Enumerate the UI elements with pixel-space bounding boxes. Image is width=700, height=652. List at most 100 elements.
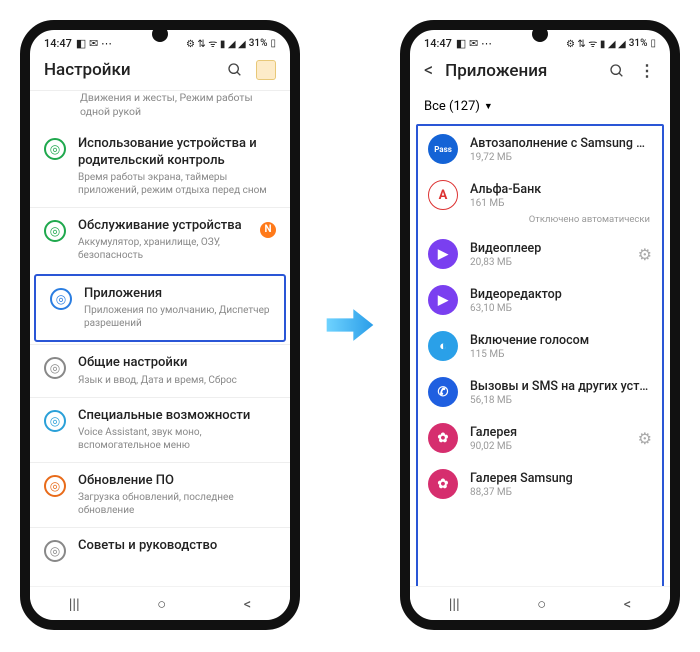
qr-button[interactable] xyxy=(256,60,276,80)
settings-item-subtitle: Аккумулятор, хранилище, ОЗУ, безопасност… xyxy=(78,236,276,262)
settings-item[interactable]: ◎ Советы и руководство xyxy=(30,527,290,572)
settings-item-icon: ◎ xyxy=(50,288,72,310)
filter-label: Все (127) xyxy=(424,99,480,114)
notification-badge: N xyxy=(260,222,276,238)
app-item[interactable]: ✆ Вызовы и SMS на других устро..56,18 МБ xyxy=(418,369,662,415)
settings-item-title: Общие настройки xyxy=(78,355,276,371)
app-size: 20,83 МБ xyxy=(470,257,626,268)
settings-item-icon: ◎ xyxy=(44,138,66,160)
battery-icon: ▯ xyxy=(270,38,276,49)
truncated-prev-item: Движения и жесты, Режим работы одной рук… xyxy=(30,91,290,126)
arrow-connector xyxy=(325,300,375,350)
settings-item[interactable]: ◎ Использование устройства и родительский… xyxy=(30,126,290,207)
settings-item[interactable]: ◎ Обслуживание устройства Аккумулятор, хра… xyxy=(30,207,290,272)
settings-item[interactable]: ◎ Обновление ПО Загрузка обновлений, после… xyxy=(30,462,290,527)
app-title: Галерея Samsung xyxy=(470,471,652,486)
app-title: Галерея xyxy=(470,425,626,440)
settings-item-title: Использование устройства и родительский … xyxy=(78,136,276,169)
app-icon: ▶ xyxy=(428,285,458,315)
settings-item-icon: ◎ xyxy=(44,220,66,242)
app-title: Видеоплеер xyxy=(470,241,626,256)
settings-item-subtitle: Voice Assistant, звук моно, вспомогатель… xyxy=(78,426,276,452)
camera-notch xyxy=(532,26,548,42)
status-icons-right: ⚙ ⇅ ᯤ ▮ ◢ ◢ xyxy=(566,36,626,50)
app-icon: ✿ xyxy=(428,469,458,499)
search-button[interactable] xyxy=(226,61,244,79)
app-size: 161 МБ xyxy=(470,198,652,209)
app-item[interactable]: ▶ Видеоплеер20,83 МБ ⚙ xyxy=(418,231,662,277)
header: < Приложения ⋮ xyxy=(410,52,670,91)
app-size: 19,72 МБ xyxy=(470,152,652,163)
phone-right: 14:47 ◧ ✉ ⋯ ⚙ ⇅ ᯤ ▮ ◢ ◢ 31% ▯ < Приложен… xyxy=(400,20,680,630)
settings-list: Движения и жесты, Режим работы одной рук… xyxy=(30,91,290,572)
status-icons-left: ◧ ✉ ⋯ xyxy=(76,37,112,50)
app-item[interactable]: ✿ Галерея Samsung88,37 МБ xyxy=(418,461,662,507)
settings-item-subtitle: Загрузка обновлений, последнее обновлени… xyxy=(78,491,276,517)
settings-item-title: Советы и руководство xyxy=(78,538,276,554)
app-icon: ◐ xyxy=(428,331,458,361)
more-button[interactable]: ⋮ xyxy=(638,62,656,80)
app-title: Видеоредактор xyxy=(470,287,652,302)
back-button[interactable]: < xyxy=(424,60,433,81)
phone-left: 14:47 ◧ ✉ ⋯ ⚙ ⇅ ᯤ ▮ ◢ ◢ 31% ▯ Настройки … xyxy=(20,20,300,630)
app-size: 56,18 МБ xyxy=(470,395,652,406)
settings-item-icon: ◎ xyxy=(44,410,66,432)
app-size: 63,10 МБ xyxy=(470,303,652,314)
settings-item[interactable]: ◎ Приложения Приложения по умолчанию, Дисп… xyxy=(36,276,284,340)
nav-back[interactable]: < xyxy=(624,595,632,613)
app-size: 90,02 МБ xyxy=(470,441,626,452)
settings-item-icon: ◎ xyxy=(44,357,66,379)
status-icons-left: ◧ ✉ ⋯ xyxy=(456,37,492,50)
app-size: 115 МБ xyxy=(470,349,652,360)
app-icon: Pass xyxy=(428,134,458,164)
app-title: Включение голосом xyxy=(470,333,652,348)
settings-item-title: Обновление ПО xyxy=(78,473,276,489)
gear-icon[interactable]: ⚙ xyxy=(638,429,652,448)
status-battery: 31% xyxy=(629,38,648,49)
app-title: Вызовы и SMS на других устро.. xyxy=(470,379,652,394)
apps-list-highlight: Pass Автозаполнение с Samsung Pas..19,72 … xyxy=(416,124,664,592)
nav-back[interactable]: < xyxy=(244,595,252,613)
app-title: Автозаполнение с Samsung Pas.. xyxy=(470,136,652,151)
app-title: Альфа-Банк xyxy=(470,182,652,197)
battery-icon: ▯ xyxy=(650,38,656,49)
settings-item-subtitle: Время работы экрана, таймеры приложений,… xyxy=(78,171,276,197)
app-icon: ✆ xyxy=(428,377,458,407)
settings-item-icon: ◎ xyxy=(44,475,66,497)
status-time: 14:47 xyxy=(44,37,72,50)
app-icon: ✿ xyxy=(428,423,458,453)
app-item[interactable]: ◐ Включение голосом115 МБ xyxy=(418,323,662,369)
nav-recents[interactable]: ||| xyxy=(449,595,460,613)
app-icon: ▶ xyxy=(428,239,458,269)
app-status-note: Отключено автоматически xyxy=(418,214,662,231)
nav-bar: ||| ○ < xyxy=(30,586,290,620)
settings-item-title: Обслуживание устройства xyxy=(78,218,276,234)
settings-item-subtitle: Приложения по умолчанию, Диспетчер разре… xyxy=(84,304,270,330)
chevron-down-icon: ▼ xyxy=(484,101,493,112)
settings-item-title: Специальные возможности xyxy=(78,408,276,424)
app-item[interactable]: ▶ Видеоредактор63,10 МБ xyxy=(418,277,662,323)
status-icons-right: ⚙ ⇅ ᯤ ▮ ◢ ◢ xyxy=(186,36,246,50)
header: Настройки xyxy=(30,52,290,90)
status-battery: 31% xyxy=(249,38,268,49)
app-item[interactable]: А Альфа-Банк161 МБ xyxy=(418,172,662,218)
settings-item-icon: ◎ xyxy=(44,540,66,562)
gear-icon[interactable]: ⚙ xyxy=(638,245,652,264)
app-size: 88,37 МБ xyxy=(470,487,652,498)
camera-notch xyxy=(152,26,168,42)
app-item[interactable]: ✿ Галерея90,02 МБ ⚙ xyxy=(418,415,662,461)
page-title: Приложения xyxy=(445,61,596,81)
filter-dropdown[interactable]: Все (127) ▼ xyxy=(410,91,670,124)
status-time: 14:47 xyxy=(424,37,452,50)
app-item[interactable]: Pass Автозаполнение с Samsung Pas..19,72 … xyxy=(418,126,662,172)
page-title: Настройки xyxy=(44,60,214,80)
nav-home[interactable]: ○ xyxy=(537,595,546,613)
settings-item-title: Приложения xyxy=(84,286,270,302)
settings-item-subtitle: Язык и ввод, Дата и время, Сброс xyxy=(78,374,276,387)
search-button[interactable] xyxy=(608,62,626,80)
settings-item[interactable]: ◎ Общие настройки Язык и ввод, Дата и врем… xyxy=(30,344,290,396)
nav-recents[interactable]: ||| xyxy=(69,595,80,613)
settings-item[interactable]: ◎ Специальные возможности Voice Assistant,… xyxy=(30,397,290,462)
app-icon: А xyxy=(428,180,458,210)
nav-home[interactable]: ○ xyxy=(157,595,166,613)
